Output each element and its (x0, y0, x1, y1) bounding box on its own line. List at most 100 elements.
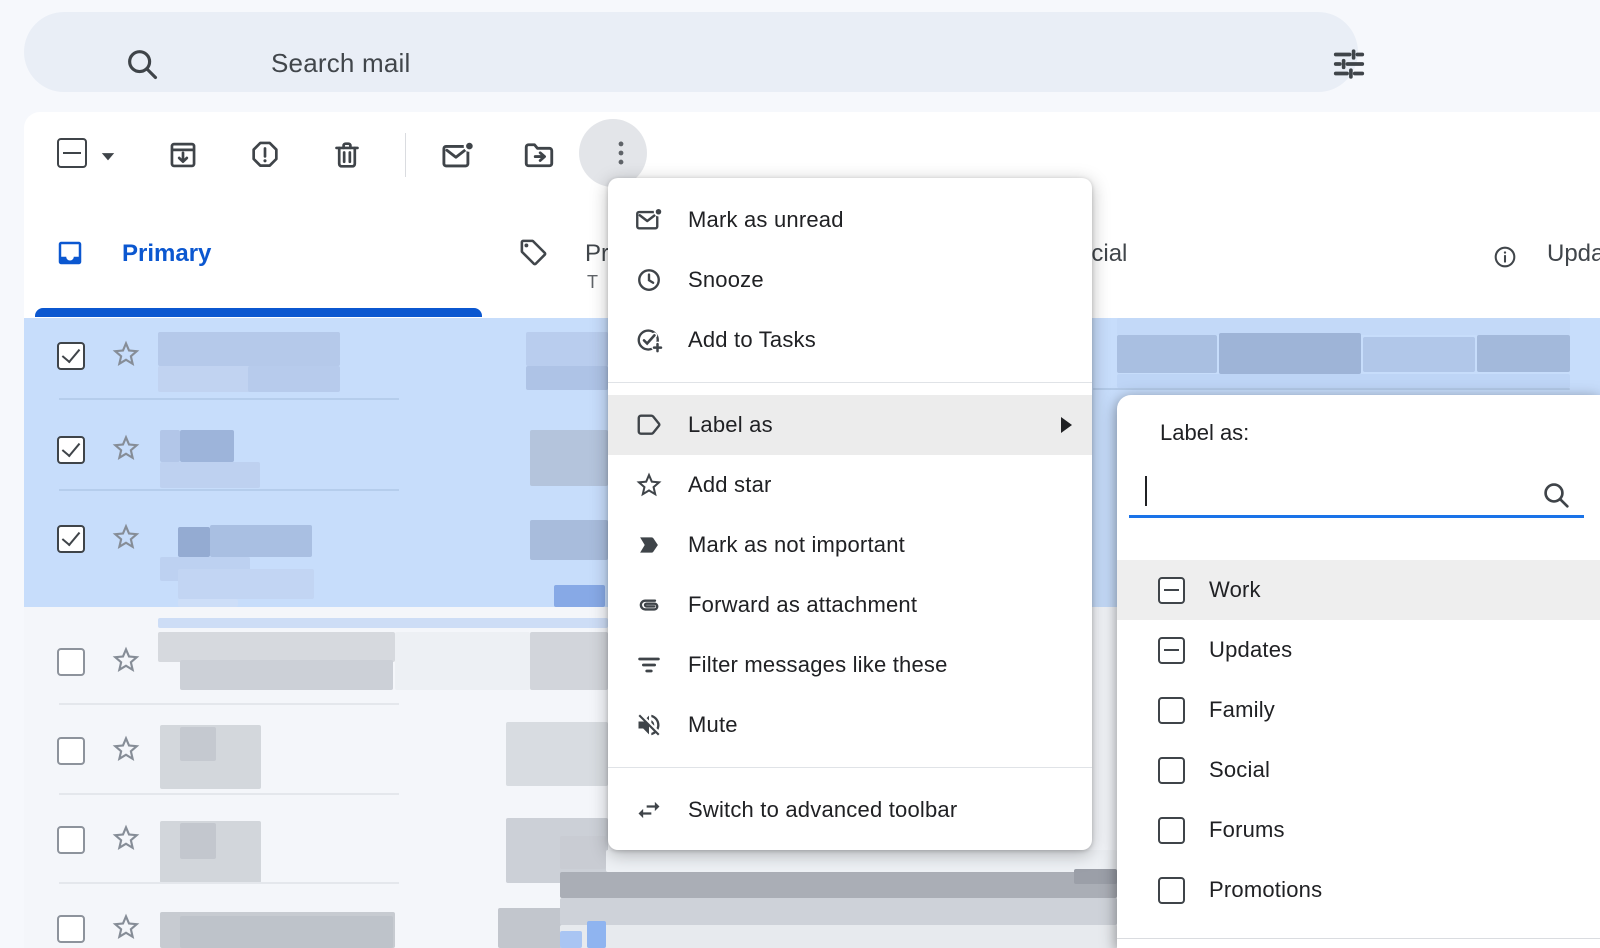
submenu-divider (1117, 938, 1600, 939)
text-caret (1145, 476, 1147, 506)
menu-divider (608, 767, 1092, 768)
redacted-text-block (158, 618, 608, 628)
checkbox[interactable] (1158, 877, 1185, 904)
label-list: Work Updates Family Social Forums Promot… (1117, 560, 1600, 920)
tab-updates-label[interactable]: Updates (1547, 240, 1600, 268)
tab-promotions[interactable] (518, 237, 549, 268)
clock-icon (634, 265, 664, 295)
menu-item-label: Mute (688, 712, 738, 738)
redacted-text-block (587, 921, 606, 948)
three-dots-vertical-icon (604, 136, 638, 170)
star-icon[interactable] (110, 338, 142, 370)
checkbox-indeterminate-icon (57, 138, 87, 168)
row-checkbox[interactable] (57, 826, 85, 854)
label-option-updates[interactable]: Updates (1117, 620, 1600, 680)
redacted-text-block (210, 525, 312, 557)
redacted-text-block (395, 632, 530, 690)
row-separator (59, 398, 399, 400)
menu-item-mark-as-unread[interactable]: Mark as unread (608, 190, 1092, 250)
menu-item-snooze[interactable]: Snooze (608, 250, 1092, 310)
move-to-button[interactable] (521, 138, 557, 174)
archive-button[interactable] (166, 138, 200, 172)
row-separator (59, 793, 399, 795)
menu-item-label-as[interactable]: Label as (608, 395, 1092, 455)
row-checkbox[interactable] (57, 737, 85, 765)
menu-item-label: Snooze (688, 267, 764, 293)
row-checkbox[interactable] (57, 648, 85, 676)
menu-item-label: Mark as not important (688, 532, 905, 558)
checkbox[interactable] (1158, 697, 1185, 724)
label-option-family[interactable]: Family (1117, 680, 1600, 740)
report-spam-button[interactable] (248, 138, 282, 172)
select-all-checkbox[interactable] (57, 138, 87, 168)
checkbox[interactable] (1158, 817, 1185, 844)
menu-item-label: Mark as unread (688, 207, 844, 233)
redacted-text-block (1363, 337, 1475, 372)
redacted-text-block (560, 836, 606, 869)
paperclip-icon (634, 590, 664, 620)
label-option-forums[interactable]: Forums (1117, 800, 1600, 860)
filter-icon (634, 650, 664, 680)
checkbox[interactable] (1158, 637, 1185, 664)
star-icon[interactable] (110, 822, 142, 854)
star-icon[interactable] (110, 911, 142, 943)
redacted-text-block (1117, 335, 1217, 373)
tab-primary[interactable] (55, 238, 85, 268)
menu-item-label: Switch to advanced toolbar (688, 797, 957, 823)
label-option-work[interactable]: Work (1117, 560, 1600, 620)
label-as-title: Label as: (1160, 420, 1249, 446)
menu-item-switch-toolbar[interactable]: Switch to advanced toolbar (608, 780, 1092, 840)
menu-item-not-important[interactable]: Mark as not important (608, 515, 1092, 575)
tab-promotions-preview: T (587, 272, 598, 293)
envelope-dot-icon (634, 205, 664, 235)
label-search-field[interactable] (1129, 470, 1584, 512)
input-underline (1129, 515, 1584, 518)
delete-button[interactable] (330, 138, 364, 172)
redacted-text-block (560, 925, 1117, 948)
select-dropdown-button[interactable] (99, 150, 117, 164)
gmail-screen: Search mail (0, 0, 1600, 948)
search-icon[interactable] (123, 45, 161, 83)
star-icon[interactable] (110, 733, 142, 765)
search-bar[interactable]: Search mail (24, 12, 1358, 92)
row-checkbox[interactable] (57, 342, 85, 370)
search-placeholder: Search mail (271, 48, 410, 79)
redacted-text-block (158, 332, 340, 366)
checkbox[interactable] (1158, 757, 1185, 784)
redacted-text-block (530, 430, 608, 486)
label-search-input[interactable] (1129, 470, 1584, 512)
menu-item-filter-messages[interactable]: Filter messages like these (608, 635, 1092, 695)
star-icon[interactable] (110, 644, 142, 676)
redacted-text-block (178, 569, 314, 599)
star-icon[interactable] (110, 432, 142, 464)
row-separator (59, 882, 399, 884)
tab-primary-label[interactable]: Primary (122, 240, 211, 268)
label-option-social[interactable]: Social (1117, 740, 1600, 800)
star-outline-icon (634, 470, 664, 500)
redacted-text-block (1219, 333, 1361, 374)
label-as-submenu: Label as: Work Updates Family So (1117, 395, 1600, 948)
redacted-text-block (180, 727, 216, 761)
label-option-promotions[interactable]: Promotions (1117, 860, 1600, 920)
redacted-text-block (606, 850, 1117, 872)
menu-item-mute[interactable]: Mute (608, 695, 1092, 755)
star-icon[interactable] (110, 521, 142, 553)
submenu-arrow-icon (1061, 417, 1072, 433)
redacted-text-block (526, 366, 608, 390)
mark-unread-button[interactable] (440, 138, 476, 174)
checkbox[interactable] (1158, 577, 1185, 604)
mute-icon (634, 710, 664, 740)
menu-item-add-to-tasks[interactable]: Add to Tasks (608, 310, 1092, 370)
menu-item-forward-attachment[interactable]: Forward as attachment (608, 575, 1092, 635)
redacted-text-block (530, 520, 608, 560)
row-checkbox[interactable] (57, 915, 85, 943)
menu-item-add-star[interactable]: Add star (608, 455, 1092, 515)
redacted-text-block (506, 722, 608, 786)
redacted-text-block (180, 660, 393, 690)
row-separator (59, 703, 399, 705)
row-checkbox[interactable] (57, 436, 85, 464)
more-button[interactable] (604, 136, 638, 170)
tab-updates-info[interactable] (1492, 244, 1518, 270)
tune-filters-icon[interactable] (1330, 45, 1368, 83)
row-checkbox[interactable] (57, 525, 85, 553)
